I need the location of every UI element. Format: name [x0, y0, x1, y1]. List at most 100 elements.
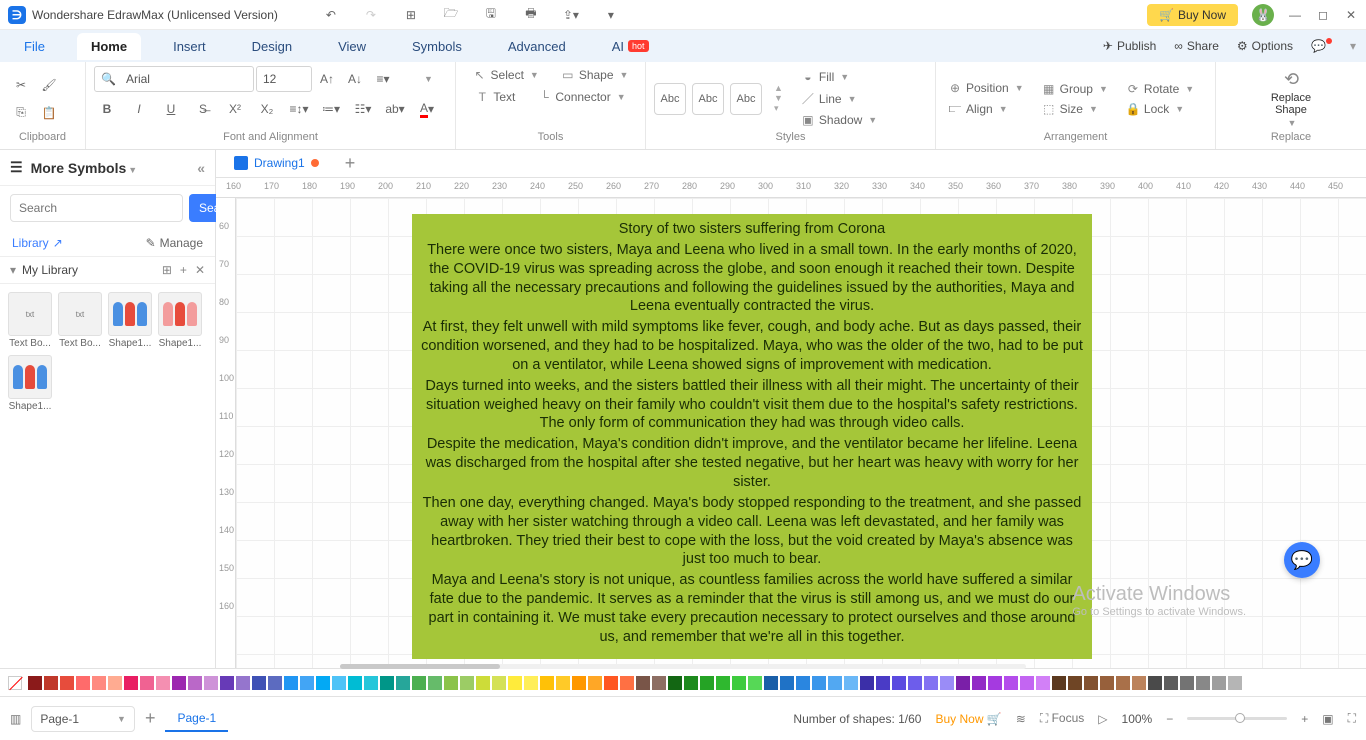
menu-symbols[interactable]: Symbols	[398, 33, 476, 60]
color-swatch[interactable]	[1116, 676, 1130, 690]
color-swatch[interactable]	[588, 676, 602, 690]
paragraph-align-icon[interactable]: ≡▾	[370, 66, 396, 92]
thumb-shape-1[interactable]: Shape1...	[108, 292, 152, 349]
thumb-textbox-2[interactable]: txtText Bo...	[58, 292, 102, 349]
color-swatch[interactable]	[1164, 676, 1178, 690]
collapse-panel-icon[interactable]: «	[197, 160, 205, 176]
font-color-icon[interactable]: A▾	[414, 96, 440, 122]
font-size-select[interactable]: ▼	[256, 66, 312, 92]
menu-home[interactable]: Home	[77, 33, 141, 60]
qat-more-icon[interactable]: ▾	[598, 2, 624, 28]
color-swatch[interactable]	[508, 676, 522, 690]
color-swatch[interactable]	[876, 676, 890, 690]
highlight-icon[interactable]: ab▾	[382, 96, 408, 122]
add-page-button[interactable]: +	[145, 708, 156, 729]
style-preset-3[interactable]: Abc	[730, 83, 762, 115]
paste-icon[interactable]: 📋	[36, 100, 62, 126]
color-swatch[interactable]	[844, 676, 858, 690]
color-swatch[interactable]	[1068, 676, 1082, 690]
cut-icon[interactable]: ✂	[8, 72, 34, 98]
color-swatch[interactable]	[892, 676, 906, 690]
color-swatch[interactable]	[1180, 676, 1194, 690]
color-swatch[interactable]	[268, 676, 282, 690]
more-symbols-label[interactable]: More Symbols▼	[31, 160, 138, 176]
color-swatch[interactable]	[188, 676, 202, 690]
color-swatch[interactable]	[332, 676, 346, 690]
redo-icon[interactable]: ↷	[358, 2, 384, 28]
style-preset-1[interactable]: Abc	[654, 83, 686, 115]
color-swatch[interactable]	[748, 676, 762, 690]
add-tab-button[interactable]: +	[337, 153, 364, 174]
font-family-select[interactable]: 🔍▼	[94, 66, 254, 92]
color-swatch[interactable]	[316, 676, 330, 690]
line-button[interactable]: ／Line▼	[797, 88, 881, 109]
color-swatch[interactable]	[428, 676, 442, 690]
menu-view[interactable]: View	[324, 33, 380, 60]
color-swatch[interactable]	[492, 676, 506, 690]
color-swatch[interactable]	[636, 676, 650, 690]
color-swatch[interactable]	[652, 676, 666, 690]
color-swatch[interactable]	[1036, 676, 1050, 690]
avatar[interactable]: 🐰	[1252, 4, 1274, 26]
fill-button[interactable]: ◒Fill▼	[797, 68, 881, 86]
color-swatch[interactable]	[924, 676, 938, 690]
color-swatch[interactable]	[108, 676, 122, 690]
buy-now-button[interactable]: 🛒Buy Now	[1147, 4, 1238, 26]
color-swatch[interactable]	[300, 676, 314, 690]
canvas-scrollbar[interactable]	[340, 664, 1026, 669]
color-swatch[interactable]	[124, 676, 138, 690]
underline-icon[interactable]: U	[158, 96, 184, 122]
story-textbox[interactable]: Story of two sisters suffering from Coro…	[412, 214, 1092, 659]
color-swatch[interactable]	[476, 676, 490, 690]
page-tab[interactable]: Page-1	[165, 706, 228, 732]
decrease-font-icon[interactable]: A↓	[342, 66, 368, 92]
open-icon[interactable]: 🗁	[438, 2, 464, 28]
color-swatch[interactable]	[956, 676, 970, 690]
color-swatch[interactable]	[284, 676, 298, 690]
page-select[interactable]: Page-1▼	[31, 706, 135, 732]
color-swatch[interactable]	[1100, 676, 1114, 690]
color-swatch[interactable]	[1228, 676, 1242, 690]
color-swatch[interactable]	[236, 676, 250, 690]
print-icon[interactable]: 🖶	[518, 2, 544, 28]
color-swatch[interactable]	[1148, 676, 1162, 690]
canvas[interactable]: Story of two sisters suffering from Coro…	[236, 198, 1366, 668]
color-swatch[interactable]	[780, 676, 794, 690]
color-swatch[interactable]	[604, 676, 618, 690]
color-swatch[interactable]	[1084, 676, 1098, 690]
color-swatch[interactable]	[940, 676, 954, 690]
thumb-shape-3[interactable]: Shape1...	[8, 355, 52, 412]
replace-shape-button[interactable]: ⟲ Replace Shape ▼	[1271, 69, 1311, 128]
menu-advanced[interactable]: Advanced	[494, 33, 580, 60]
layers-icon[interactable]: ≋	[1016, 712, 1026, 726]
numbering-icon[interactable]: ☷▾	[350, 96, 376, 122]
color-swatch[interactable]	[140, 676, 154, 690]
line-spacing-icon[interactable]: ≡↕▾	[286, 96, 312, 122]
menu-design[interactable]: Design	[238, 33, 306, 60]
color-swatch[interactable]	[44, 676, 58, 690]
color-swatch[interactable]	[92, 676, 106, 690]
color-swatch[interactable]	[1132, 676, 1146, 690]
minimize-icon[interactable]: —	[1288, 8, 1302, 22]
lib-grid-icon[interactable]: ⊞	[162, 263, 172, 277]
publish-button[interactable]: ✈Publish	[1103, 39, 1156, 53]
no-color-swatch[interactable]	[8, 676, 22, 690]
color-swatch[interactable]	[444, 676, 458, 690]
zoom-in-icon[interactable]: +	[1301, 712, 1308, 726]
presentation-icon[interactable]: ▷	[1098, 712, 1107, 726]
color-swatch[interactable]	[700, 676, 714, 690]
focus-mode-button[interactable]: ⛶ Focus	[1040, 711, 1084, 726]
menu-insert[interactable]: Insert	[159, 33, 220, 60]
format-painter-icon[interactable]: 🖌	[36, 72, 62, 98]
zoom-slider[interactable]	[1187, 717, 1287, 720]
color-swatch[interactable]	[572, 676, 586, 690]
color-swatch[interactable]	[60, 676, 74, 690]
fit-page-icon[interactable]: ▣	[1322, 712, 1333, 726]
my-library-label[interactable]: My Library	[22, 263, 78, 277]
export-icon[interactable]: ⇪▾	[558, 2, 584, 28]
new-icon[interactable]: ⊞	[398, 2, 424, 28]
color-swatch[interactable]	[172, 676, 186, 690]
color-swatch[interactable]	[1212, 676, 1226, 690]
lock-button[interactable]: 🔒Lock▼	[1122, 100, 1198, 118]
color-swatch[interactable]	[76, 676, 90, 690]
